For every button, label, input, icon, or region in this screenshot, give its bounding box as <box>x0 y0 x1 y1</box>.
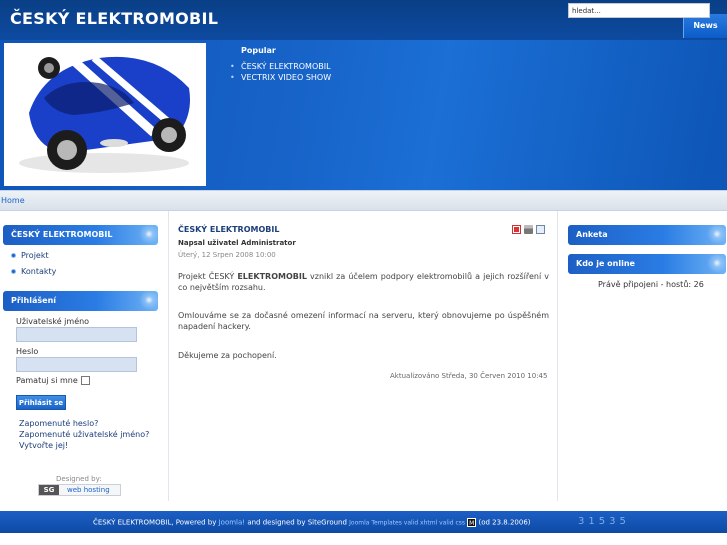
pdf-icon[interactable] <box>512 225 521 234</box>
sparkle-icon <box>128 225 158 245</box>
online-title: Kdo je online <box>576 259 635 268</box>
username-label: Uživatelské jméno <box>16 317 90 326</box>
online-count: Právě připojeni - hostů: 26 <box>598 280 704 289</box>
login-title: Přihlášení <box>11 296 57 305</box>
search-input[interactable] <box>568 3 710 18</box>
article-paragraph-2: Omlouváme se za dočasné omezení informac… <box>178 311 549 331</box>
popular-title: Popular <box>241 46 276 55</box>
menu-item-projekt[interactable]: Projekt <box>11 251 49 260</box>
username-field[interactable] <box>16 327 137 342</box>
footer-text: ČESKÝ ELEKTROMOBIL, Powered by Joomla! a… <box>93 518 531 527</box>
login-header: Přihlášení <box>3 291 158 311</box>
footer-part: (od 23.8.2006) <box>476 518 531 527</box>
main-menu-header: ČESKÝ ELEKTROMOBIL <box>3 225 158 245</box>
m-logo-icon: M <box>467 518 477 527</box>
menu-item-label: Projekt <box>21 251 49 260</box>
article-author: Napsal uživatel Administrator <box>178 239 296 247</box>
article-date: Úterý, 12 Srpen 2008 10:00 <box>178 251 276 259</box>
bullet-icon <box>11 253 16 258</box>
article-modified: Aktualizováno Středa, 30 Červen 2010 10:… <box>390 372 548 380</box>
siteground-badge[interactable]: SG web hosting <box>38 484 121 496</box>
paragraph-bold: ELEKTROMOBIL <box>237 272 307 281</box>
article-title[interactable]: ČESKÝ ELEKTROMOBIL <box>178 225 279 234</box>
footer-part: and designed by SiteGround <box>245 518 350 527</box>
main-menu-title: ČESKÝ ELEKTROMOBIL <box>11 230 113 239</box>
forgot-password-link[interactable]: Zapomenuté heslo? <box>19 419 98 428</box>
poll-header: Anketa <box>568 225 726 245</box>
popular-item[interactable]: ČESKÝ ELEKTROMOBIL <box>230 61 331 72</box>
poll-title: Anketa <box>576 230 608 239</box>
visit-counter: 31535 <box>578 516 630 527</box>
remember-label: Pamatuj si mne <box>16 376 78 385</box>
templates-link[interactable]: Joomla Templates valid xhtml valid css <box>349 520 465 527</box>
footer-part: ČESKÝ ELEKTROMOBIL, Powered by <box>93 518 219 527</box>
paragraph-text: Projekt ČESKÝ <box>178 272 238 281</box>
sparkle-icon <box>128 291 158 311</box>
login-button[interactable]: Přihlásit se <box>16 395 66 410</box>
password-label: Heslo <box>16 347 39 356</box>
remember-checkbox[interactable] <box>80 376 90 385</box>
sparkle-icon <box>696 254 726 274</box>
car-photo <box>4 43 206 186</box>
sparkle-icon <box>696 225 726 245</box>
blue-sports-car-icon <box>4 43 206 186</box>
banner: Popular ČESKÝ ELEKTROMOBIL VECTRIX VIDEO… <box>0 40 727 190</box>
email-icon[interactable] <box>536 225 545 234</box>
menu-item-label: Kontakty <box>21 267 57 276</box>
print-icon[interactable] <box>524 225 533 234</box>
siteground-logo: SG <box>39 485 59 495</box>
online-header: Kdo je online <box>568 254 726 274</box>
site-footer: ČESKÝ ELEKTROMOBIL, Powered by Joomla! a… <box>0 511 727 533</box>
remember-row: Pamatuj si mne <box>16 376 90 385</box>
bullet-icon <box>11 269 16 274</box>
menu-item-kontakty[interactable]: Kontakty <box>11 267 56 276</box>
article-paragraph-1: Projekt ČESKÝ ELEKTROMOBIL vznikl za úče… <box>178 271 549 293</box>
article-paragraph-3: Děkujeme za pochopení. <box>178 351 277 360</box>
register-link[interactable]: Vytvořte jej! <box>19 441 68 450</box>
badge-text: web hosting <box>67 486 110 494</box>
breadcrumb-bar: Home <box>0 190 727 211</box>
popular-module: Popular ČESKÝ ELEKTROMOBIL VECTRIX VIDEO… <box>230 46 331 83</box>
designed-by: Designed by: <box>56 475 102 483</box>
forgot-username-link[interactable]: Zapomenuté uživatelské jméno? <box>19 430 149 439</box>
site-title[interactable]: ČESKÝ ELEKTROMOBIL <box>10 9 218 28</box>
breadcrumb-home[interactable]: Home <box>1 196 25 205</box>
popular-item[interactable]: VECTRIX VIDEO SHOW <box>230 72 331 83</box>
joomla-link[interactable]: Joomla! <box>219 519 246 527</box>
password-field[interactable] <box>16 357 137 372</box>
article-icons <box>512 225 548 236</box>
